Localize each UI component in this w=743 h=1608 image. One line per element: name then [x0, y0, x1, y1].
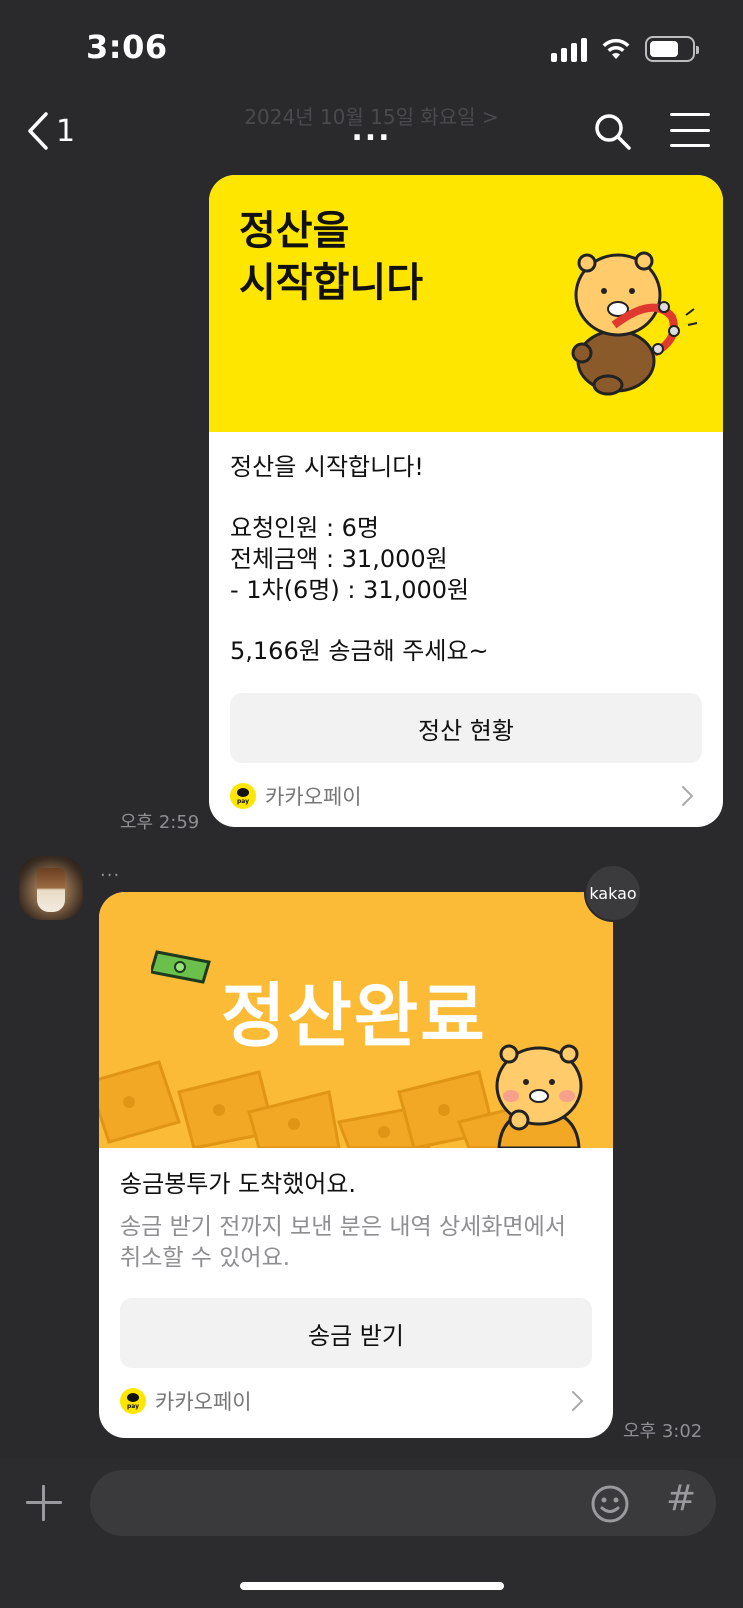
menu-icon[interactable]	[670, 113, 710, 147]
people-count-text: 요청인원 : 6명	[230, 514, 380, 542]
signal-icon	[551, 36, 587, 62]
kakaopay-logo-icon: pay	[120, 1388, 146, 1414]
battery-icon	[645, 36, 699, 62]
settlement-start-body: 정산을 시작합니다! 요청인원 : 6명 전체금액 : 31,000원 - 1차…	[209, 432, 723, 827]
settlement-complete-card[interactable]: 정산완료 송금봉투가 도착했어요. 송금 받기 전까지 보낸 분은 내역 상세화…	[99, 892, 613, 1438]
provider-name: 카카오페이	[265, 785, 362, 809]
settlement-start-card[interactable]: 정산을 시작합니다 정산을 시작합니다! 요청인원 : 6명 전체금액 : 31…	[209, 175, 723, 827]
emoji-icon[interactable]	[590, 1484, 630, 1524]
settlement-details: 정산을 시작합니다! 요청인원 : 6명 전체금액 : 31,000원 - 1차…	[230, 452, 702, 667]
intro-text: 정산을 시작합니다!	[230, 453, 424, 481]
envelope-arrived-text: 송금봉투가 도착했어요.	[120, 1170, 357, 1198]
banner-title-line2: 시작합니다	[239, 260, 423, 306]
chevron-right-icon	[682, 786, 694, 806]
character-tambourine-icon	[571, 251, 698, 396]
avatar[interactable]	[19, 856, 83, 920]
message-time: 오후 3:02	[623, 1421, 703, 1442]
settlement-status-button[interactable]: 정산 현황	[230, 693, 702, 763]
cancel-info-text: 송금 받기 전까지 보낸 분은 내역 상세화면에서 취소할 수 있어요.	[120, 1214, 566, 1271]
settlement-complete-banner: 정산완료	[99, 892, 613, 1148]
status-bar: 3:06	[0, 0, 743, 95]
kakao-badge: kakao	[584, 864, 642, 922]
banner-title: 정산완료	[221, 975, 487, 1057]
kakaopay-row[interactable]: pay 카카오페이	[120, 1368, 592, 1434]
wifi-icon	[602, 38, 630, 59]
message-time: 오후 2:59	[120, 812, 200, 833]
chevron-right-icon	[572, 1391, 584, 1411]
hash-icon[interactable]: #	[666, 1478, 696, 1519]
status-time: 3:06	[86, 28, 168, 66]
home-indicator	[240, 1582, 504, 1590]
round-amount-text: - 1차(6명) : 31,000원	[230, 576, 470, 604]
banner-title-line1: 정산을	[239, 208, 350, 254]
search-icon[interactable]	[592, 111, 632, 151]
total-amount-text: 전체금액 : 31,000원	[230, 545, 448, 573]
receive-money-button[interactable]: 송금 받기	[120, 1298, 592, 1368]
status-icons	[551, 34, 699, 64]
settlement-start-banner: 정산을 시작합니다	[209, 175, 723, 432]
plus-icon[interactable]	[26, 1485, 62, 1521]
sender-name: ...	[100, 860, 121, 881]
banner-title: 정산을 시작합니다	[239, 205, 423, 309]
character-thinking-icon	[495, 1044, 583, 1148]
provider-name: 카카오페이	[155, 1390, 252, 1414]
kakaopay-logo-icon: pay	[230, 783, 256, 809]
kakaopay-row[interactable]: pay 카카오페이	[230, 763, 702, 827]
chat-header: 1 2024년 10월 15일 화요일 > ...	[0, 95, 743, 175]
request-amount-text: 5,166원 송금해 주세요~	[230, 637, 489, 665]
settlement-complete-body: 송금봉투가 도착했어요. 송금 받기 전까지 보낸 분은 내역 상세화면에서 취…	[99, 1148, 613, 1434]
money-bill-icon	[151, 950, 211, 984]
